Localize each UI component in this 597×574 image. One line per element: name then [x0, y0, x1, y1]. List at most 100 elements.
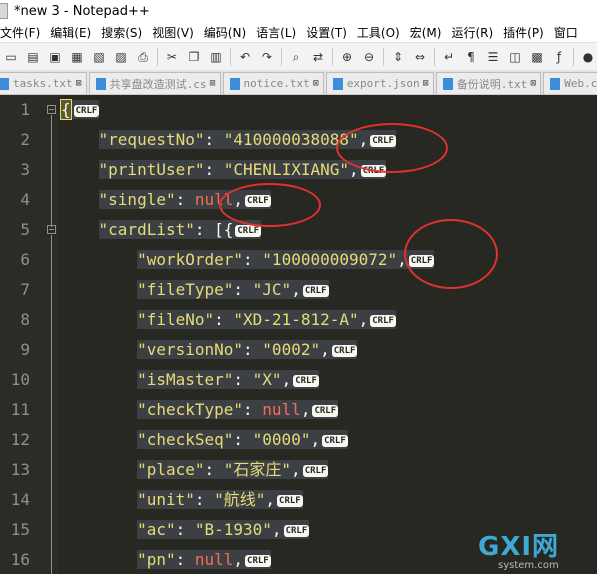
- word-wrap-icon[interactable]: ↵: [441, 49, 457, 65]
- line-text-highlight: "workOrder": "100000009072", CRLF: [137, 250, 435, 269]
- line-text-highlight: CRLF: [71, 100, 100, 119]
- copy-icon[interactable]: ❐: [186, 49, 202, 65]
- json-value: [{: [214, 220, 234, 239]
- replace-icon[interactable]: ⇄: [310, 49, 326, 65]
- macro-record-icon[interactable]: ●: [580, 49, 596, 65]
- tab-close-icon[interactable]: ⊠: [530, 78, 536, 89]
- tab-shared-disk[interactable]: 共享盘改造测试.cs ⊠: [88, 72, 221, 94]
- save-all-icon[interactable]: ▦: [69, 49, 85, 65]
- eol-marker: CRLF: [302, 464, 329, 477]
- menu-run[interactable]: 运行(R): [445, 24, 503, 41]
- sync-vertical-icon[interactable]: ⇕: [390, 49, 406, 65]
- menu-search[interactable]: 搜索(S): [95, 24, 152, 41]
- json-key: "printUser": [98, 160, 205, 179]
- menu-macro[interactable]: 宏(M): [404, 24, 452, 41]
- code-line: 8 "fileNo": "XD-21-812-A", CRLF: [0, 305, 597, 335]
- tab-close-icon[interactable]: ⊠: [313, 78, 319, 89]
- eol-marker: CRLF: [322, 434, 348, 447]
- tab-tasks[interactable]: tasks.txt ⊠: [0, 72, 87, 94]
- toolbar-separator: [332, 48, 333, 66]
- tab-label: notice.txt: [243, 77, 310, 90]
- close-icon[interactable]: ▧: [91, 49, 107, 65]
- code-line: 6 "workOrder": "100000009072", CRLF: [0, 245, 597, 275]
- line-number: 8: [20, 310, 30, 329]
- code-text: "unit": "航线", CRLF: [60, 485, 303, 515]
- cut-icon[interactable]: ✂: [164, 49, 180, 65]
- function-list-icon[interactable]: ƒ: [551, 49, 567, 65]
- menu-view[interactable]: 视图(V): [146, 24, 204, 41]
- print-icon[interactable]: ⎙: [135, 49, 151, 65]
- menu-settings[interactable]: 设置(T): [300, 24, 357, 41]
- menu-bar: 文件(F) 编辑(E) 搜索(S) 视图(V) 编码(N) 语言(L) 设置(T…: [0, 22, 597, 42]
- redo-icon[interactable]: ↷: [259, 49, 275, 65]
- eol-marker: CRLF: [370, 314, 396, 327]
- line-number: 3: [20, 160, 30, 179]
- json-key: "requestNo": [98, 130, 205, 149]
- tab-web[interactable]: Web.c: [543, 72, 597, 94]
- toolbar-separator: [573, 48, 574, 66]
- window-title: *new 3 - Notepad++: [14, 3, 150, 19]
- menu-tools[interactable]: 工具(O): [351, 24, 410, 41]
- eol-marker: CRLF: [302, 284, 329, 297]
- json-key: "single": [98, 190, 176, 209]
- json-value: "0002": [262, 340, 321, 359]
- save-icon[interactable]: ▣: [47, 49, 63, 65]
- paste-icon[interactable]: ▥: [208, 49, 224, 65]
- line-number: 5: [20, 220, 30, 239]
- json-key: "versionNo": [137, 340, 244, 359]
- open-file-icon[interactable]: ▤: [25, 49, 41, 65]
- json-key: "checkSeq": [137, 430, 234, 449]
- show-all-chars-icon[interactable]: ¶: [463, 49, 479, 65]
- undo-icon[interactable]: ↶: [237, 49, 253, 65]
- new-file-icon[interactable]: ▭: [3, 49, 19, 65]
- code-line: 10 "isMaster": "X", CRLF: [0, 365, 597, 395]
- json-key: "cardList": [98, 220, 195, 239]
- line-number: 4: [20, 190, 30, 209]
- doc-map-icon[interactable]: ▩: [529, 49, 545, 65]
- json-value: "X": [252, 370, 282, 389]
- code-text: "isMaster": "X", CRLF: [60, 365, 319, 395]
- tab-label: export.json: [346, 77, 420, 90]
- watermark-domain: system.com: [498, 560, 559, 571]
- code-line: 2 "requestNo": "410000038088", CRLF: [0, 125, 597, 155]
- annotation-circle: [219, 183, 321, 227]
- tab-export[interactable]: export.json ⊠: [325, 72, 434, 94]
- line-number: 1: [20, 100, 30, 119]
- toolbar-separator: [434, 48, 435, 66]
- menu-encoding[interactable]: 编码(N): [198, 24, 256, 41]
- line-text-highlight: "isMaster": "X", CRLF: [137, 370, 319, 389]
- json-value: "B-1930": [194, 520, 272, 539]
- menu-language[interactable]: 语言(L): [250, 24, 306, 41]
- tab-close-icon[interactable]: ⊠: [423, 78, 429, 89]
- menu-edit[interactable]: 编辑(E): [44, 24, 101, 41]
- line-number: 13: [10, 460, 30, 479]
- sync-horizontal-icon[interactable]: ⇔: [412, 49, 428, 65]
- file-icon: [0, 77, 9, 90]
- editor[interactable]: 1{CRLF 2 "requestNo": "410000038088", CRLF…: [0, 95, 597, 574]
- json-key: "workOrder": [137, 250, 244, 269]
- menu-plugins[interactable]: 插件(P): [497, 24, 554, 41]
- tab-close-icon[interactable]: ⊠: [210, 78, 216, 89]
- indent-guide-icon[interactable]: ☰: [485, 49, 501, 65]
- watermark: GXI网 system.com: [478, 526, 596, 574]
- code-text: "ac": "B-1930", CRLF: [60, 515, 310, 545]
- close-all-icon[interactable]: ▨: [113, 49, 129, 65]
- code-text: "checkType": null, CRLF: [60, 395, 339, 425]
- tab-bar: tasks.txt ⊠ 共享盘改造测试.cs ⊠ notice.txt ⊠ expor…: [0, 70, 597, 95]
- find-icon[interactable]: ⌕: [288, 49, 304, 65]
- json-value: "CHENLIXIANG": [223, 160, 349, 179]
- json-key: "place": [137, 460, 205, 479]
- menu-window[interactable]: 窗口: [548, 24, 588, 41]
- line-text-highlight: "checkType": null, CRLF: [137, 400, 339, 419]
- line-number: 2: [20, 130, 30, 149]
- tab-notice[interactable]: notice.txt ⊠: [222, 72, 324, 94]
- code-line: 9 "versionNo": "0002", CRLF: [0, 335, 597, 365]
- menu-file[interactable]: 文件(F): [0, 24, 50, 41]
- tab-backup[interactable]: 备份说明.txt ⊠: [435, 72, 542, 94]
- zoom-in-icon[interactable]: ⊕: [339, 49, 355, 65]
- json-value: "100000009072": [262, 250, 398, 269]
- tab-close-icon[interactable]: ⊠: [76, 78, 82, 89]
- udl-icon[interactable]: ◫: [507, 49, 523, 65]
- zoom-out-icon[interactable]: ⊖: [361, 49, 377, 65]
- notepad-app-icon: [0, 3, 8, 19]
